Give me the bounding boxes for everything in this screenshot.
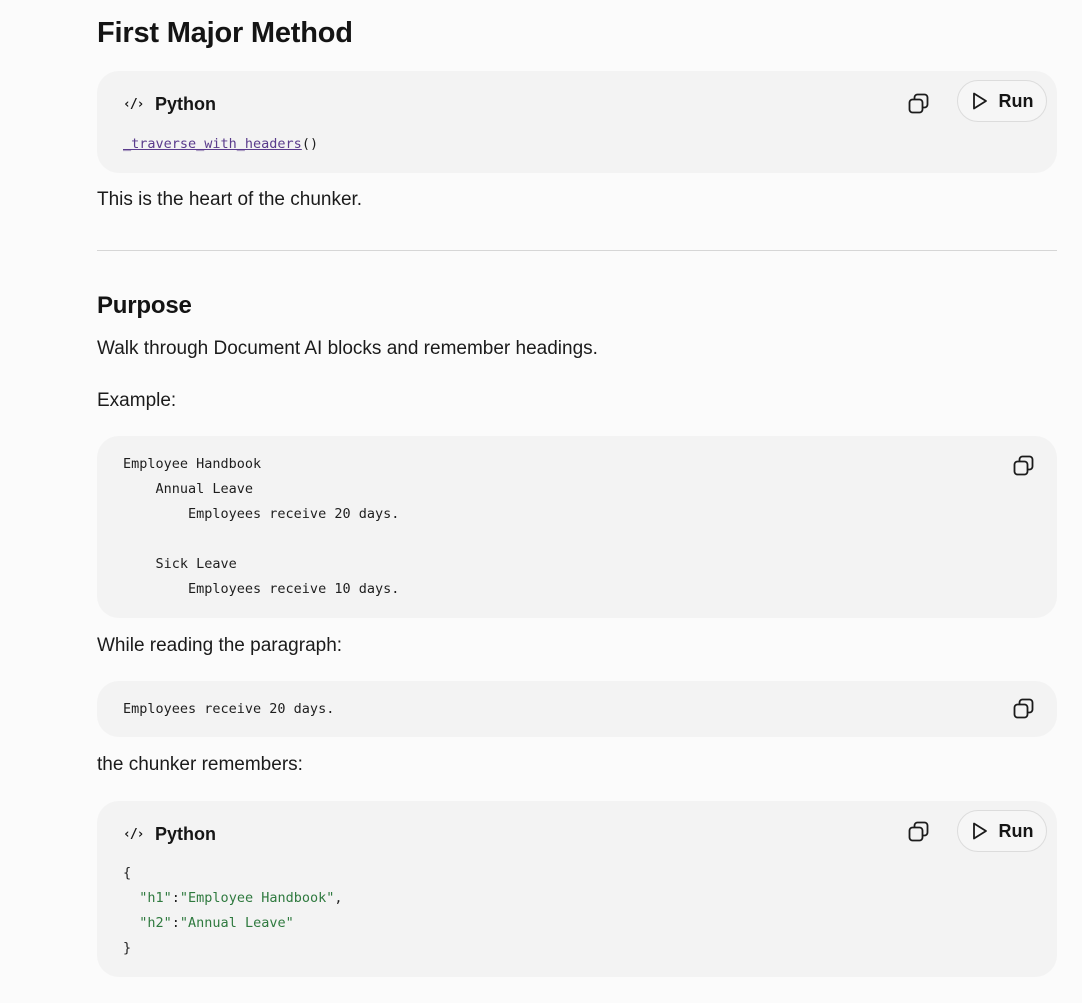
copy-code-button[interactable] (906, 91, 932, 117)
code-line: Employees receive 20 days. (123, 701, 335, 717)
run-button-label: Run (998, 820, 1034, 841)
code-line: Employee Handbook (123, 456, 262, 472)
code-line: Annual Leave (123, 481, 254, 497)
copy-icon (1013, 455, 1034, 476)
code-content: Employee Handbook Annual Leave Employees… (123, 452, 399, 602)
paragraph-walk: Walk through Document AI blocks and reme… (97, 338, 598, 359)
code-line: Employees receive 20 days. (123, 506, 400, 522)
code-brace: } (123, 940, 132, 956)
copy-code-button[interactable] (906, 819, 932, 845)
code-line: Sick Leave (123, 556, 237, 572)
code-block-example: Employee Handbook Annual Leave Employees… (97, 436, 1057, 618)
code-language-header: ‹/› Python (123, 820, 216, 848)
code-content: { "h1":"Employee Handbook", "h2":"Annual… (123, 861, 343, 961)
copy-icon (1013, 698, 1034, 719)
code-comma: , (334, 890, 343, 906)
code-parens: () (301, 136, 319, 152)
code-key: "h2" (139, 915, 172, 931)
code-block-paragraph: Employees receive 20 days. (97, 681, 1057, 737)
paragraph-while: While reading the paragraph: (97, 635, 343, 656)
paragraph-heart: This is the heart of the chunker. (97, 189, 363, 210)
code-content: Employees receive 20 days. (123, 697, 334, 722)
divider (97, 250, 1057, 251)
code-language-label: Python (155, 823, 216, 844)
section-heading-purpose: Purpose (97, 292, 192, 319)
copy-icon (908, 93, 929, 114)
section-heading: First Major Method (97, 17, 353, 49)
code-value: "Annual Leave" (179, 915, 294, 931)
run-button-label: Run (998, 90, 1034, 111)
run-button[interactable]: Run (957, 80, 1047, 122)
play-icon (972, 822, 987, 840)
code-value: "Employee Handbook" (179, 890, 335, 906)
copy-icon (908, 821, 929, 842)
code-block-python-2: ‹/› Python Run { "h1":"Employee Handbook… (97, 801, 1057, 977)
run-button[interactable]: Run (957, 810, 1047, 852)
code-brace: { (123, 865, 132, 881)
code-block-python-1: ‹/› Python Run _traverse_with_headers() (97, 71, 1057, 173)
code-language-label: Python (155, 93, 216, 114)
paragraph-remembers: the chunker remembers: (97, 754, 303, 775)
code-content: _traverse_with_headers() (123, 132, 318, 157)
code-colon: : (171, 915, 180, 931)
code-line: Employees receive 10 days. (123, 581, 400, 597)
copy-code-button[interactable] (1011, 453, 1037, 479)
code-function-name: _traverse_with_headers (123, 136, 302, 152)
play-icon (972, 92, 987, 110)
code-icon: ‹/› (123, 826, 144, 842)
paragraph-example: Example: (97, 390, 177, 411)
code-language-header: ‹/› Python (123, 90, 216, 118)
copy-code-button[interactable] (1011, 696, 1037, 722)
code-key: "h1" (139, 890, 172, 906)
code-icon: ‹/› (123, 96, 144, 112)
code-colon: : (171, 890, 180, 906)
